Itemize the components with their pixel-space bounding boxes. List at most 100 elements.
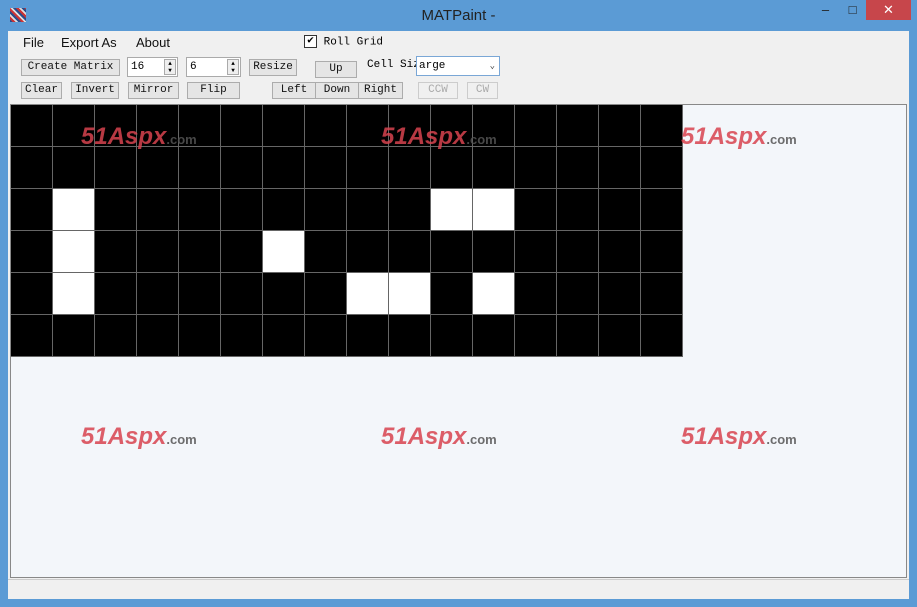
matrix-cell[interactable] <box>347 273 389 315</box>
matrix-cell[interactable] <box>641 315 683 357</box>
matrix-cell[interactable] <box>473 315 515 357</box>
matrix-cell[interactable] <box>641 273 683 315</box>
matrix-cell[interactable] <box>263 147 305 189</box>
matrix-cell[interactable] <box>137 105 179 147</box>
matrix-cell[interactable] <box>11 189 53 231</box>
maximize-button[interactable]: □ <box>839 0 866 20</box>
mirror-button[interactable]: Mirror <box>128 82 179 99</box>
up-button[interactable]: Up <box>315 61 357 78</box>
matrix-cell[interactable] <box>431 315 473 357</box>
down-button[interactable]: Down <box>315 82 359 99</box>
matrix-cell[interactable] <box>137 189 179 231</box>
roll-grid-checkbox[interactable]: ✔ Roll Grid <box>304 35 383 48</box>
matrix-cell[interactable] <box>431 105 473 147</box>
matrix-cell[interactable] <box>221 231 263 273</box>
menu-about[interactable]: About <box>136 35 170 50</box>
spin-arrows-icon[interactable]: ▲ ▼ <box>227 59 239 75</box>
matrix-cell[interactable] <box>137 315 179 357</box>
matrix-cell[interactable] <box>11 315 53 357</box>
matrix-cell[interactable] <box>389 189 431 231</box>
matrix-cell[interactable] <box>11 147 53 189</box>
matrix-cell[interactable] <box>473 105 515 147</box>
matrix-cell[interactable] <box>557 147 599 189</box>
matrix-cell[interactable] <box>599 189 641 231</box>
matrix-cell[interactable] <box>473 273 515 315</box>
matrix-cell[interactable] <box>53 231 95 273</box>
left-button[interactable]: Left <box>272 82 316 99</box>
matrix-cell[interactable] <box>53 189 95 231</box>
matrix-cell[interactable] <box>137 147 179 189</box>
matrix-cell[interactable] <box>95 189 137 231</box>
matrix-cell[interactable] <box>599 105 641 147</box>
matrix-cell[interactable] <box>641 231 683 273</box>
matrix-cell[interactable] <box>557 189 599 231</box>
matrix-cell[interactable] <box>53 273 95 315</box>
matrix-cell[interactable] <box>599 273 641 315</box>
matrix-cell[interactable] <box>557 231 599 273</box>
matrix-grid[interactable] <box>11 105 683 357</box>
paint-canvas[interactable]: 51Aspx.com 51Aspx.com 51Aspx.com 51Aspx.… <box>10 104 907 578</box>
matrix-cell[interactable] <box>53 315 95 357</box>
matrix-cell[interactable] <box>221 105 263 147</box>
right-button[interactable]: Right <box>358 82 403 99</box>
matrix-cell[interactable] <box>473 189 515 231</box>
matrix-cell[interactable] <box>95 273 137 315</box>
matrix-cell[interactable] <box>431 231 473 273</box>
matrix-cell[interactable] <box>347 189 389 231</box>
matrix-cell[interactable] <box>11 273 53 315</box>
matrix-cell[interactable] <box>431 273 473 315</box>
matrix-cell[interactable] <box>95 315 137 357</box>
matrix-cell[interactable] <box>263 273 305 315</box>
matrix-cell[interactable] <box>11 105 53 147</box>
matrix-cell[interactable] <box>179 189 221 231</box>
create-matrix-button[interactable]: Create Matrix <box>21 59 120 76</box>
matrix-cell[interactable] <box>305 231 347 273</box>
matrix-cell[interactable] <box>389 273 431 315</box>
matrix-cell[interactable] <box>473 231 515 273</box>
matrix-cell[interactable] <box>641 189 683 231</box>
matrix-cell[interactable] <box>221 315 263 357</box>
matrix-cell[interactable] <box>515 231 557 273</box>
matrix-cell[interactable] <box>179 105 221 147</box>
matrix-cell[interactable] <box>221 189 263 231</box>
matrix-cell[interactable] <box>515 105 557 147</box>
matrix-cell[interactable] <box>95 147 137 189</box>
matrix-cell[interactable] <box>221 273 263 315</box>
matrix-cell[interactable] <box>557 315 599 357</box>
matrix-cell[interactable] <box>263 231 305 273</box>
matrix-cell[interactable] <box>263 105 305 147</box>
matrix-cell[interactable] <box>305 105 347 147</box>
matrix-cell[interactable] <box>263 315 305 357</box>
matrix-cell[interactable] <box>389 231 431 273</box>
matrix-cell[interactable] <box>305 189 347 231</box>
flip-button[interactable]: Flip <box>187 82 240 99</box>
matrix-cell[interactable] <box>221 147 263 189</box>
ccw-button[interactable]: CCW <box>418 82 458 99</box>
matrix-cell[interactable] <box>53 105 95 147</box>
matrix-cell[interactable] <box>305 147 347 189</box>
cell-size-dropdown[interactable]: arge ⌄ <box>416 56 500 76</box>
matrix-cell[interactable] <box>179 273 221 315</box>
matrix-cell[interactable] <box>95 105 137 147</box>
matrix-cell[interactable] <box>347 105 389 147</box>
menu-file[interactable]: File <box>23 35 44 50</box>
matrix-cell[interactable] <box>431 189 473 231</box>
cw-button[interactable]: CW <box>467 82 498 99</box>
matrix-cell[interactable] <box>137 231 179 273</box>
matrix-cell[interactable] <box>515 315 557 357</box>
matrix-cell[interactable] <box>599 231 641 273</box>
matrix-cell[interactable] <box>179 231 221 273</box>
matrix-cell[interactable] <box>347 315 389 357</box>
matrix-cell[interactable] <box>557 273 599 315</box>
resize-button[interactable]: Resize <box>249 59 297 76</box>
matrix-cell[interactable] <box>515 273 557 315</box>
matrix-cell[interactable] <box>389 147 431 189</box>
matrix-cell[interactable] <box>515 189 557 231</box>
matrix-cell[interactable] <box>305 273 347 315</box>
matrix-cell[interactable] <box>179 147 221 189</box>
matrix-cell[interactable] <box>305 315 347 357</box>
matrix-cell[interactable] <box>95 231 137 273</box>
matrix-cell[interactable] <box>389 105 431 147</box>
matrix-cell[interactable] <box>389 315 431 357</box>
matrix-cell[interactable] <box>347 231 389 273</box>
